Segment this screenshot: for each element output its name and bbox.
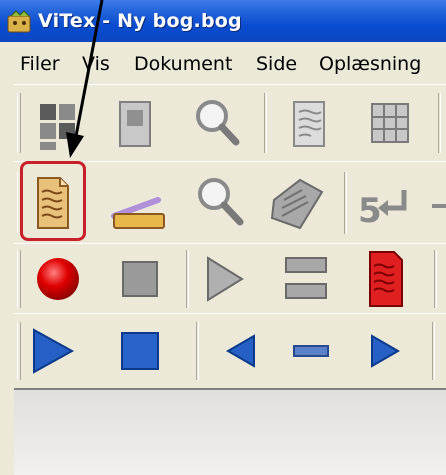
stop-icon[interactable] (110, 318, 170, 384)
toolbar-navigation (14, 313, 446, 389)
toolbar-separator (264, 93, 267, 153)
next-icon[interactable] (354, 318, 414, 384)
page-text-icon[interactable] (280, 90, 340, 156)
toolbar-reading (14, 243, 446, 315)
highlight-box (20, 161, 86, 241)
magnifier-icon[interactable] (186, 90, 246, 156)
toolbar-separator (344, 172, 347, 234)
window-title: ViTex - Ny bog.bog (38, 10, 242, 32)
document-area[interactable] (14, 388, 446, 475)
menu-oplaesning[interactable]: Oplæsning (319, 53, 421, 75)
scanned-pages-icon[interactable] (266, 170, 326, 236)
title-bar: ViTex - Ny bog.bog (0, 0, 446, 42)
toolbar-view (14, 84, 446, 162)
svg-text:5: 5 (358, 191, 382, 231)
toolbar-grip[interactable] (17, 93, 21, 153)
stop-icon[interactable] (110, 246, 170, 312)
toolbar-separator (186, 250, 189, 308)
red-document-icon[interactable] (358, 246, 418, 312)
table-grid-icon[interactable] (360, 90, 420, 156)
menu-vis[interactable]: Vis (82, 53, 110, 75)
layout-grid-icon[interactable] (28, 90, 88, 156)
play-icon[interactable] (24, 318, 84, 384)
play-icon[interactable] (194, 246, 254, 312)
toolbar-grip[interactable] (17, 250, 21, 308)
menu-filer[interactable]: Filer (20, 53, 60, 75)
magnifier-icon[interactable] (188, 170, 248, 236)
window-left-edge (0, 84, 15, 473)
app-icon (7, 10, 31, 33)
page-break-icon[interactable]: 5 (354, 170, 414, 236)
dash-icon[interactable] (282, 318, 342, 384)
toolbar-separator (434, 250, 437, 308)
page-view-icon[interactable] (106, 90, 166, 156)
menu-bar: Filer Vis Dokument Side Oplæsning (0, 42, 446, 85)
more-icon[interactable] (418, 170, 446, 236)
record-icon[interactable] (28, 246, 88, 312)
scanner-icon[interactable] (110, 170, 170, 236)
toolbar-separator (438, 93, 441, 153)
toolbar-grip[interactable] (17, 322, 21, 380)
lines-icon[interactable] (276, 246, 336, 312)
previous-icon[interactable] (210, 318, 270, 384)
menu-dokument[interactable]: Dokument (134, 53, 232, 75)
toolbar-separator (196, 322, 199, 380)
menu-side[interactable]: Side (256, 53, 297, 75)
toolbar-separator (432, 322, 435, 380)
